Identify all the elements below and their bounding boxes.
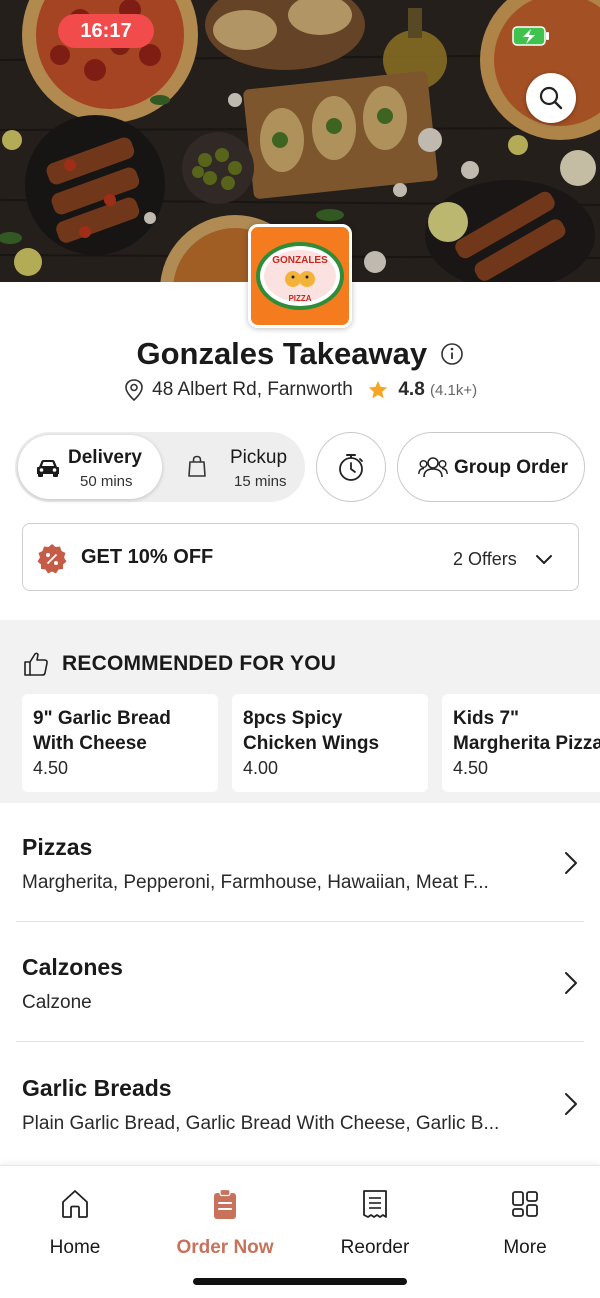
category-name: Calzones xyxy=(22,954,123,980)
pickup-time: 15 mins xyxy=(234,473,287,490)
tab-reorder-label: Reorder xyxy=(340,1237,410,1258)
recommended-item-name: 9" Garlic Bread With Cheese xyxy=(33,708,171,754)
category-description: Margherita, Pepperoni, Farmhouse, Hawaii… xyxy=(22,872,489,893)
thumbs-up-icon xyxy=(24,652,48,676)
status-time: 16:17 xyxy=(58,14,154,48)
category-row[interactable]: Calzones Calzone xyxy=(0,940,600,1060)
home-indicator[interactable] xyxy=(193,1278,407,1285)
recommended-header: RECOMMENDED FOR YOU xyxy=(22,650,336,678)
chevron-down-icon xyxy=(536,555,552,564)
divider xyxy=(16,921,584,922)
discount-badge-icon xyxy=(37,544,67,574)
svg-text:PIZZA: PIZZA xyxy=(288,294,311,303)
recommended-title: RECOMMENDED FOR YOU xyxy=(62,652,337,675)
recommended-item-price: 4.50 xyxy=(33,758,69,778)
store-name: Gonzales Takeaway xyxy=(136,336,428,371)
chevron-right-icon xyxy=(565,852,577,874)
search-button[interactable] xyxy=(526,73,576,123)
group-order-button[interactable]: Group Order xyxy=(397,432,585,502)
recommended-item-price: 4.00 xyxy=(243,758,279,778)
tab-home-label: Home xyxy=(49,1237,101,1258)
chevron-right-icon xyxy=(565,1093,577,1115)
delivery-label: Delivery xyxy=(68,447,142,468)
offer-count: 2 Offers xyxy=(453,549,517,569)
home-icon xyxy=(62,1190,88,1218)
recommended-item[interactable]: 9" Garlic Bread With Cheese 4.50 xyxy=(22,694,218,792)
tab-reorder[interactable]: Reorder xyxy=(315,1186,435,1259)
recommended-item-name: 8pcs Spicy Chicken Wings xyxy=(243,708,380,754)
store-address: 48 Albert Rd, Farnworth xyxy=(152,379,353,400)
store-rating-count: (4.1k+) xyxy=(430,381,478,399)
car-icon xyxy=(37,460,59,477)
group-icon xyxy=(418,457,448,478)
battery-icon xyxy=(512,25,550,47)
tab-more[interactable]: More xyxy=(465,1186,585,1259)
receipt-icon xyxy=(363,1190,387,1218)
location-pin-icon xyxy=(125,379,143,402)
category-name: Pizzas xyxy=(22,834,93,860)
order-icon xyxy=(214,1188,236,1219)
recommended-item-price: 4.50 xyxy=(453,758,489,778)
recommended-item[interactable]: Kids 7" Margherita Pizza 4.50 xyxy=(442,694,600,792)
delivery-time: 50 mins xyxy=(80,473,133,490)
grid-icon xyxy=(512,1191,538,1217)
tab-order-now[interactable]: Order Now xyxy=(165,1186,285,1259)
offer-title: GET 10% OFF xyxy=(81,546,214,568)
tab-more-label: More xyxy=(503,1237,547,1258)
recommended-item[interactable]: 8pcs Spicy Chicken Wings 4.00 xyxy=(232,694,428,792)
info-icon[interactable] xyxy=(440,342,464,366)
tab-order-now-label: Order Now xyxy=(176,1237,274,1258)
category-name: Garlic Breads xyxy=(22,1075,172,1101)
fulfilment-toggle: Delivery 50 mins Pickup 15 mins xyxy=(15,432,305,502)
store-logo: GONZALES PIZZA xyxy=(248,224,352,328)
category-row[interactable]: Pizzas Margherita, Pepperoni, Farmhouse,… xyxy=(0,820,600,940)
delivery-option[interactable]: Delivery 50 mins xyxy=(18,435,162,499)
store-rating: 4.8 xyxy=(398,379,425,400)
recommended-item-name: Kids 7" Margherita Pizza xyxy=(453,708,600,754)
group-order-label: Group Order xyxy=(454,457,569,478)
store-meta: 48 Albert Rd, Farnworth 4.8 (4.1k+) xyxy=(0,378,600,402)
divider xyxy=(16,1041,584,1042)
category-description: Plain Garlic Bread, Garlic Bread With Ch… xyxy=(22,1113,500,1134)
schedule-button[interactable] xyxy=(316,432,386,502)
stopwatch-icon xyxy=(339,454,363,481)
chevron-right-icon xyxy=(565,972,577,994)
category-description: Calzone xyxy=(22,992,92,1013)
store-header: Gonzales Takeaway xyxy=(0,336,600,372)
star-icon xyxy=(368,380,388,399)
pickup-label: Pickup xyxy=(230,447,288,468)
pickup-option[interactable]: Pickup 15 mins xyxy=(165,435,301,499)
svg-text:GONZALES: GONZALES xyxy=(272,255,328,266)
recommended-section: RECOMMENDED FOR YOU 9" Garlic Bread With… xyxy=(0,620,600,803)
tab-home[interactable]: Home xyxy=(15,1186,135,1259)
bag-icon xyxy=(188,455,206,477)
category-row[interactable]: Garlic Breads Plain Garlic Bread, Garlic… xyxy=(0,1061,600,1181)
search-icon xyxy=(539,86,563,110)
offers-banner[interactable]: GET 10% OFF 2 Offers xyxy=(22,523,579,591)
